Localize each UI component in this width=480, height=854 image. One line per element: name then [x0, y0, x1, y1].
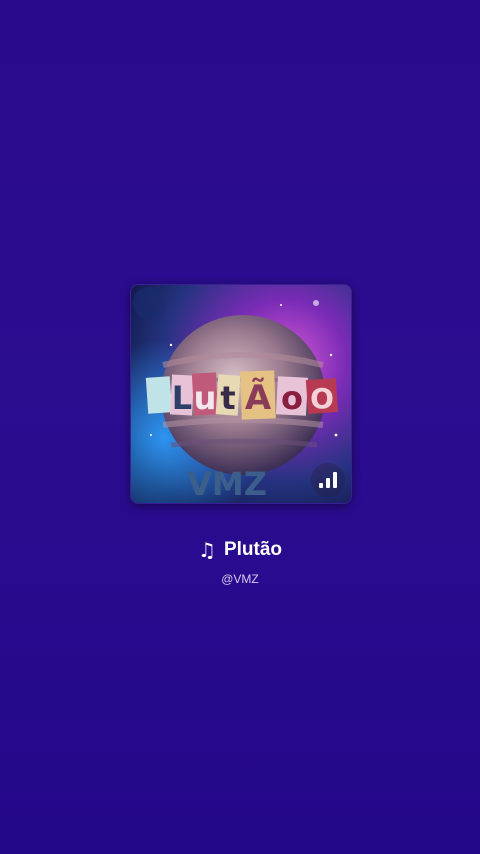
logo-letter: VMZ [187, 465, 267, 503]
logo-letter: O [310, 382, 334, 415]
logo-letter: Ã [245, 377, 272, 418]
signal-bar [333, 472, 337, 488]
signal-bar [319, 483, 323, 488]
song-title-row[interactable]: ♫ Plutão [0, 538, 480, 562]
artist-handle[interactable]: @VMZ [0, 572, 480, 586]
logo-letter: t [220, 379, 235, 417]
signal-bars-icon[interactable] [311, 463, 345, 497]
reels-audio-screen: VMZ Lu t Ão O ♫ Plutão @VMZ [0, 0, 480, 854]
music-note-icon: ♫ [198, 538, 216, 562]
logo-letter: o [281, 379, 303, 417]
signal-bar [326, 478, 330, 488]
logo-letter: L [172, 379, 192, 417]
song-title: Plutão [223, 539, 282, 560]
album-cover[interactable]: VMZ Lu t Ão O [130, 284, 352, 504]
logo-letter: u [194, 379, 217, 417]
